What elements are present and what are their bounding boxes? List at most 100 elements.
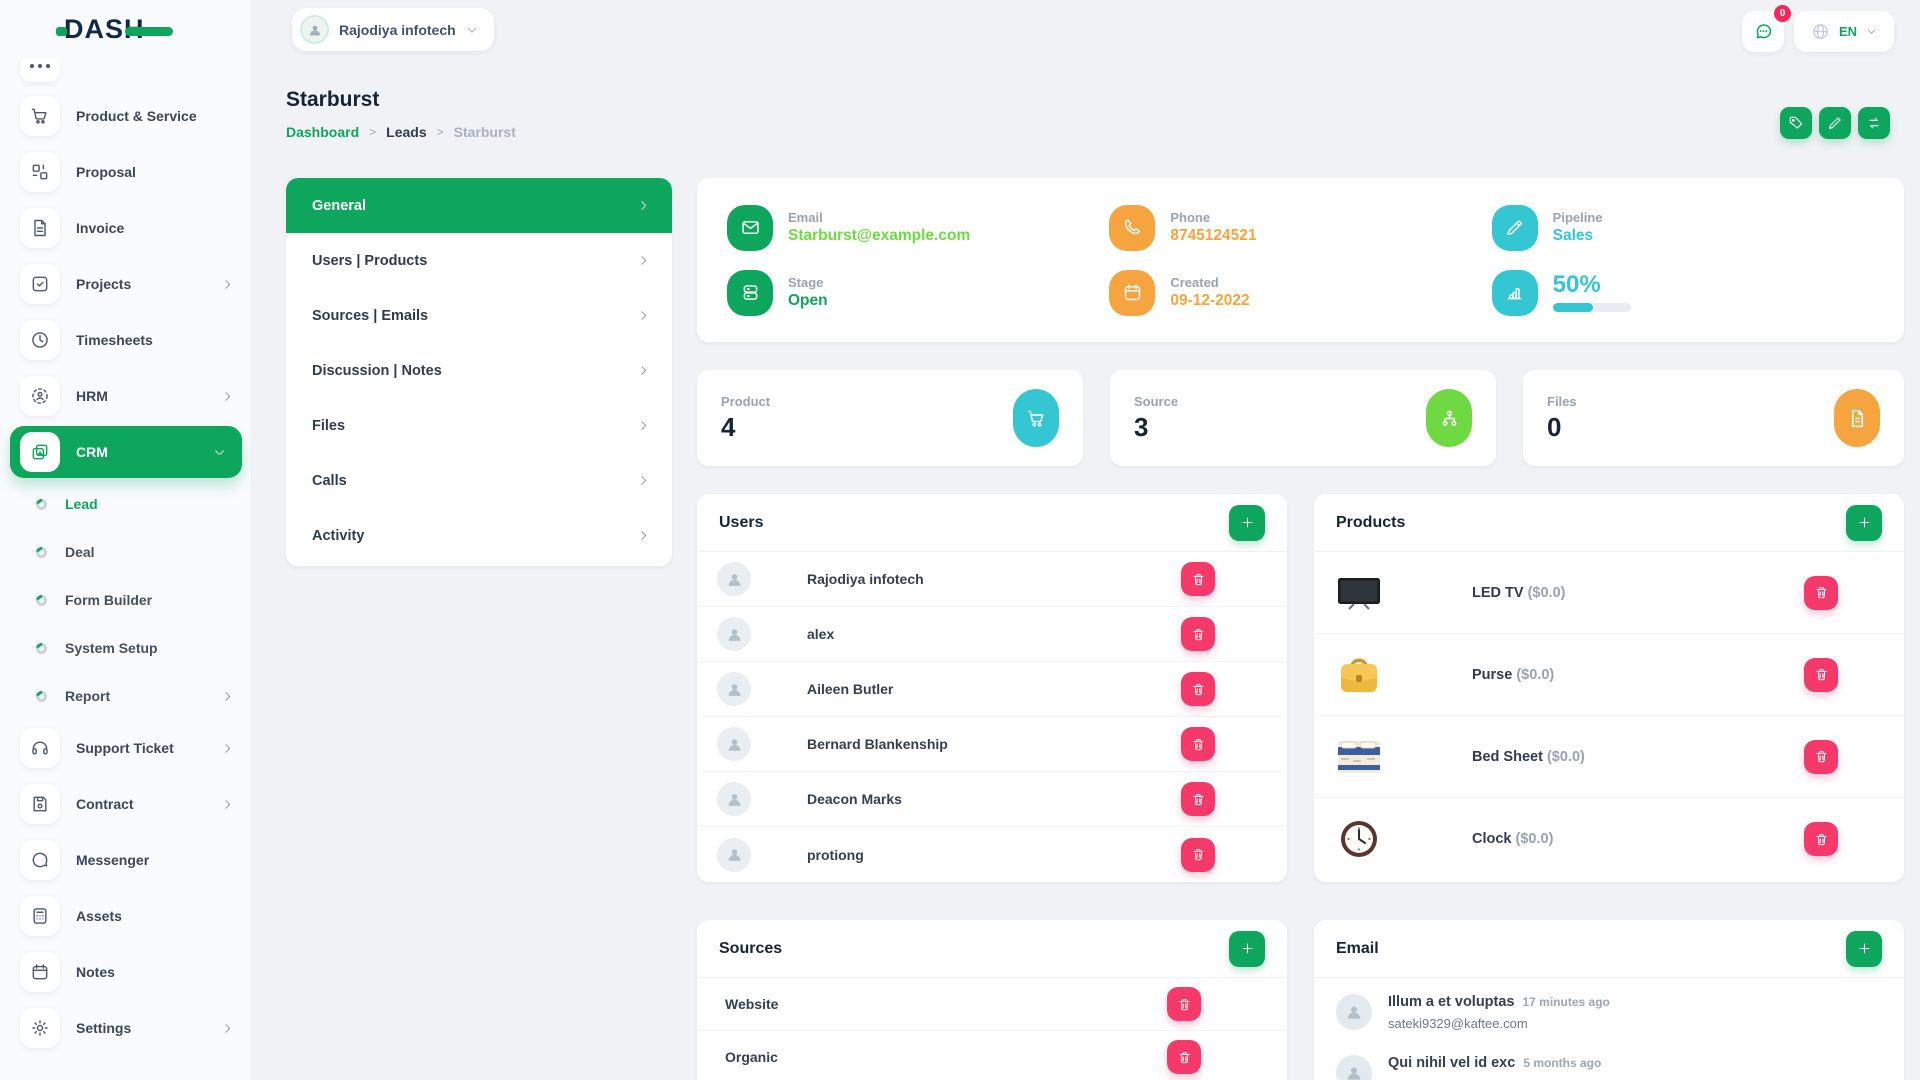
user-row: Deacon Marks: [697, 772, 1287, 827]
language-selector[interactable]: EN: [1794, 11, 1894, 52]
add-email-button[interactable]: [1846, 931, 1882, 967]
messages-button[interactable]: 0: [1742, 11, 1784, 52]
brand-logo[interactable]: DASH: [64, 14, 145, 45]
tab-activity[interactable]: Activity: [286, 508, 672, 563]
user-row: alex: [697, 607, 1287, 662]
cart-icon: [1013, 389, 1059, 447]
donut-icon: [34, 592, 49, 607]
sidebar-subitem-system-setup[interactable]: System Setup: [0, 624, 252, 672]
sidebar-subitem-deal[interactable]: Deal: [0, 528, 252, 576]
stat-card-source: Source 3: [1110, 370, 1496, 466]
sidebar-subitem-label: Deal: [65, 544, 95, 560]
email-header: Email: [1314, 920, 1904, 978]
delete-user-button[interactable]: [1181, 727, 1215, 761]
sidebar-scroll[interactable]: Product & Service Proposal Invoice Proje…: [0, 58, 252, 1080]
lead-email-value: Starburst@example.com: [788, 227, 970, 245]
delete-product-button[interactable]: [1804, 822, 1838, 856]
sidebar-item-product-service[interactable]: Product & Service: [0, 88, 252, 144]
check-square-icon: [20, 264, 60, 304]
product-name: LED TV ($0.0): [1472, 585, 1565, 601]
delete-source-button[interactable]: [1167, 987, 1201, 1021]
users-card: Users Rajodiya infotech alex Aileen Butl…: [697, 494, 1287, 882]
sidebar-item-notes[interactable]: Notes: [0, 944, 252, 1000]
tab-calls[interactable]: Calls: [286, 453, 672, 508]
email-row[interactable]: Qui nihil vel id exc 5 months ago: [1314, 1039, 1904, 1080]
add-source-button[interactable]: [1229, 931, 1265, 967]
globe-icon: [1811, 22, 1830, 41]
labels-button[interactable]: [1780, 107, 1812, 139]
product-row: LED TV ($0.0): [1314, 552, 1904, 634]
user-name: Aileen Butler: [807, 681, 893, 697]
donut-icon: [34, 688, 49, 703]
sidebar-item-timesheets[interactable]: Timesheets: [0, 312, 252, 368]
product-row: Bed Sheet ($0.0): [1314, 716, 1904, 798]
delete-product-button[interactable]: [1804, 740, 1838, 774]
sidebar-subitem-label: Form Builder: [65, 592, 152, 608]
user-avatar: [717, 838, 751, 872]
refresh-icon: [1866, 115, 1882, 131]
delete-user-button[interactable]: [1181, 617, 1215, 651]
email-row[interactable]: Illum a et voluptas 17 minutes ago satek…: [1314, 978, 1904, 1039]
chevron-right-icon: [637, 364, 650, 377]
sidebar-item-proposal[interactable]: Proposal: [0, 144, 252, 200]
tab-discussion-notes[interactable]: Discussion | Notes: [286, 343, 672, 398]
user-row: Rajodiya infotech: [697, 552, 1287, 607]
sidebar-item-label: Assets: [76, 908, 122, 924]
company-selector[interactable]: Rajodiya infotech: [292, 8, 494, 51]
sidebar-item-label: Settings: [76, 1020, 131, 1036]
user-avatar: [717, 727, 751, 761]
tab-users-products[interactable]: Users | Products: [286, 233, 672, 288]
info-stage: Stage Open: [727, 267, 1109, 318]
logo-accent-dot: [56, 27, 67, 36]
sidebar-subitem-lead[interactable]: Lead: [0, 480, 252, 528]
user-row: protiong: [697, 827, 1287, 882]
tab-label: Sources | Emails: [312, 308, 428, 324]
chevron-right-icon: [221, 390, 234, 403]
sidebar-item-support-ticket[interactable]: Support Ticket: [0, 720, 252, 776]
tab-label: Users | Products: [312, 253, 427, 269]
lead-created-value: 09-12-2022: [1170, 292, 1249, 310]
headset-icon: [20, 728, 60, 768]
sidebar-subitem-report[interactable]: Report: [0, 672, 252, 720]
breadcrumb-leads[interactable]: Leads: [386, 124, 426, 140]
product-image-purse: [1334, 655, 1384, 695]
donut-icon: [34, 640, 49, 655]
lead-info-card: Email Starburst@example.com Phone 874512…: [697, 178, 1904, 342]
user-avatar: [717, 562, 751, 596]
tab-files[interactable]: Files: [286, 398, 672, 453]
delete-product-button[interactable]: [1804, 658, 1838, 692]
delete-user-button[interactable]: [1181, 782, 1215, 816]
chevron-right-icon: [221, 742, 234, 755]
tab-general[interactable]: General: [286, 178, 672, 233]
trash-icon: [1191, 627, 1206, 642]
sidebar-item-label: HRM: [76, 388, 108, 404]
sidebar-item-messenger[interactable]: Messenger: [0, 832, 252, 888]
sidebar-item-settings[interactable]: Settings: [0, 1000, 252, 1056]
email-avatar: [1336, 1055, 1372, 1080]
breadcrumb-dashboard[interactable]: Dashboard: [286, 124, 359, 140]
delete-user-button[interactable]: [1181, 562, 1215, 596]
sidebar-item-contract[interactable]: Contract: [0, 776, 252, 832]
add-product-button[interactable]: [1846, 505, 1882, 541]
donut-icon: [34, 544, 49, 559]
delete-source-button[interactable]: [1167, 1040, 1201, 1074]
sidebar-item-invoice[interactable]: Invoice: [0, 200, 252, 256]
delete-user-button[interactable]: [1181, 672, 1215, 706]
convert-button[interactable]: [1858, 107, 1890, 139]
delete-user-button[interactable]: [1181, 838, 1215, 872]
add-user-button[interactable]: [1229, 505, 1265, 541]
sidebar-item-assets[interactable]: Assets: [0, 888, 252, 944]
trash-icon: [1814, 832, 1829, 847]
lead-pipeline-value: Sales: [1553, 227, 1603, 245]
product-name: Bed Sheet ($0.0): [1472, 749, 1585, 765]
delete-product-button[interactable]: [1804, 576, 1838, 610]
sidebar-item-crm[interactable]: CRM: [10, 426, 242, 478]
tab-sources-emails[interactable]: Sources | Emails: [286, 288, 672, 343]
lead-phone-value: 8745124521: [1170, 227, 1256, 245]
sidebar-item-hrm[interactable]: HRM: [0, 368, 252, 424]
edit-button[interactable]: [1819, 107, 1851, 139]
sidebar-item-projects[interactable]: Projects: [0, 256, 252, 312]
sidebar-subitem-form-builder[interactable]: Form Builder: [0, 576, 252, 624]
file-icon: [1834, 389, 1880, 447]
email-time: 17 minutes ago: [1523, 995, 1610, 1009]
